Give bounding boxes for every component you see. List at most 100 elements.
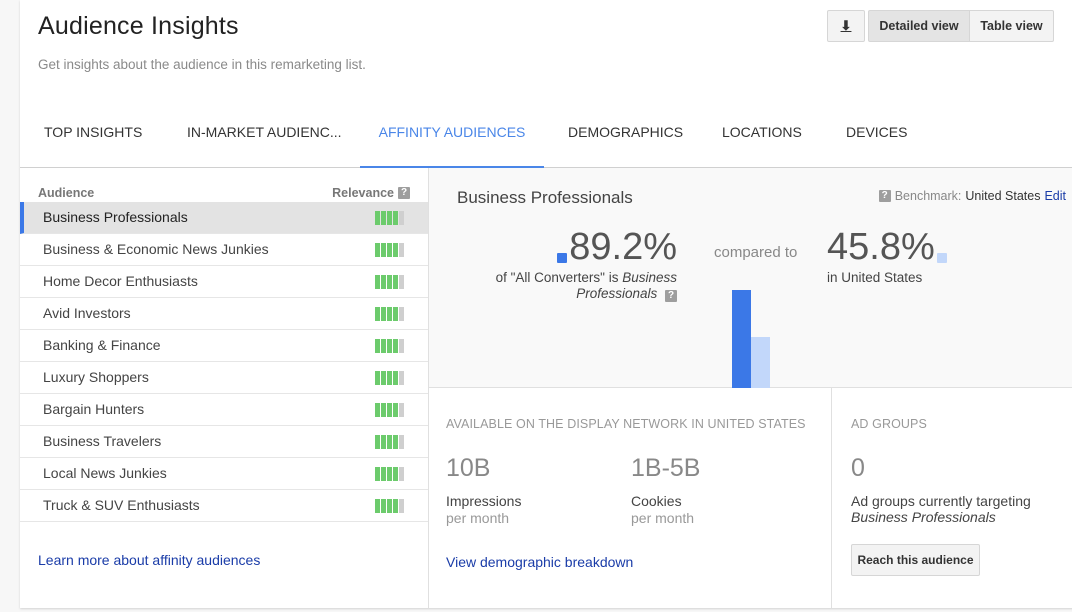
relevance-bar-segment xyxy=(387,307,392,321)
relevance-bar-segment xyxy=(393,499,398,513)
relevance-bar-segment xyxy=(387,211,392,225)
relevance-meter xyxy=(375,339,404,353)
audience-list-item[interactable]: Bargain Hunters xyxy=(20,394,428,426)
relevance-bar-segment xyxy=(393,371,398,385)
relevance-bar-segment xyxy=(375,243,380,257)
audience-name: Banking & Finance xyxy=(43,337,161,353)
relevance-meter xyxy=(375,467,404,481)
relevance-bar-segment xyxy=(381,435,386,449)
benchmark-percentage-value: 45.8% xyxy=(827,226,935,268)
audience-name: Avid Investors xyxy=(43,305,131,321)
help-icon[interactable]: ? xyxy=(665,290,677,302)
audience-list: Business Professionals Business & Economi… xyxy=(20,202,428,522)
relevance-meter xyxy=(375,243,404,257)
relevance-bar-segment xyxy=(381,371,386,385)
relevance-meter xyxy=(375,499,404,513)
page-title: Audience Insights xyxy=(38,12,239,40)
relevance-bar-segment xyxy=(381,403,386,417)
relevance-label: Relevance xyxy=(332,186,394,200)
tab-top-insights[interactable]: TOP INSIGHTS xyxy=(44,100,142,168)
audience-list-item[interactable]: Banking & Finance xyxy=(20,330,428,362)
relevance-bar-segment xyxy=(375,499,380,513)
benchmark-legend-swatch xyxy=(936,253,947,263)
audience-list-item[interactable]: Local News Junkies xyxy=(20,458,428,490)
view-demographic-breakdown-link[interactable]: View demographic breakdown xyxy=(446,554,633,570)
relevance-bar-segment xyxy=(381,339,386,353)
relevance-bar-segment xyxy=(393,339,398,353)
learn-more-link[interactable]: Learn more about affinity audiences xyxy=(38,552,260,568)
impressions-sub: per month xyxy=(446,510,510,526)
comparison-bar-chart xyxy=(732,276,772,388)
benchmark-percentage-desc: in United States xyxy=(827,270,923,285)
relevance-meter xyxy=(375,403,404,417)
impressions-value: 10B xyxy=(446,454,491,482)
benchmark-value: United States xyxy=(965,189,1041,203)
ad-groups-panel: AD GROUPS 0 Ad groups currently targetin… xyxy=(832,388,1072,608)
relevance-bar-segment xyxy=(381,275,386,289)
cookies-sub: per month xyxy=(631,510,695,526)
audience-list-item[interactable]: Business Travelers xyxy=(20,426,428,458)
audience-list-item[interactable]: Luxury Shoppers xyxy=(20,362,428,394)
ad-groups-desc-text: Ad groups currently targeting xyxy=(851,493,1031,509)
impressions-label: Impressions xyxy=(446,493,522,509)
relevance-bar-segment xyxy=(381,243,386,257)
relevance-bar-segment xyxy=(381,307,386,321)
availability-panel: AVAILABLE ON THE DISPLAY NETWORK IN UNIT… xyxy=(429,388,832,608)
relevance-bar-segment xyxy=(381,467,386,481)
audience-list-item[interactable]: Truck & SUV Enthusiasts xyxy=(20,490,428,522)
tab-devices[interactable]: DEVICES xyxy=(846,100,907,168)
audience-name: Local News Junkies xyxy=(43,465,167,481)
view-toolbar: ⬇ Detailed view Table view xyxy=(827,10,1054,42)
relevance-bar-segment xyxy=(393,307,398,321)
cookies-value: 1B-5B xyxy=(631,454,701,482)
reach-this-audience-button[interactable]: Reach this audience xyxy=(851,544,980,576)
relevance-bar-segment xyxy=(393,435,398,449)
relevance-bar-segment xyxy=(375,435,380,449)
relevance-bar-segment xyxy=(393,467,398,481)
relevance-bar-segment xyxy=(375,467,380,481)
download-button[interactable]: ⬇ xyxy=(827,10,865,42)
relevance-meter xyxy=(375,307,404,321)
relevance-meter xyxy=(375,211,404,225)
tab-locations[interactable]: LOCATIONS xyxy=(722,100,802,168)
relevance-bar-segment xyxy=(375,211,380,225)
relevance-bar-segment xyxy=(393,275,398,289)
audience-percentage-value: 89.2% xyxy=(569,226,677,268)
relevance-bar-segment xyxy=(399,403,404,417)
relevance-bar-segment xyxy=(387,467,392,481)
audience-list-panel: Audience Relevance ? Business Profession… xyxy=(20,168,429,608)
relevance-bar-segment xyxy=(393,211,398,225)
benchmark-info: ? Benchmark: United States Edit xyxy=(878,189,1066,203)
relevance-bar-segment xyxy=(399,435,404,449)
audience-list-item[interactable]: Business Professionals xyxy=(20,202,428,234)
benchmark-bar xyxy=(751,336,770,388)
help-icon[interactable]: ? xyxy=(878,190,891,202)
audience-percentage-desc: of "All Converters" is Business Professi… xyxy=(447,270,677,302)
tab-demographics[interactable]: DEMOGRAPHICS xyxy=(568,100,683,168)
audience-list-item[interactable]: Avid Investors xyxy=(20,298,428,330)
help-icon[interactable]: ? xyxy=(398,187,410,199)
audience-list-item[interactable]: Home Decor Enthusiasts xyxy=(20,266,428,298)
relevance-bar-segment xyxy=(399,211,404,225)
relevance-bar-segment xyxy=(375,275,380,289)
audience-list-item[interactable]: Business & Economic News Junkies xyxy=(20,234,428,266)
table-view-button[interactable]: Table view xyxy=(970,10,1054,42)
tab-bar: TOP INSIGHTS IN-MARKET AUDIENC... AFFINI… xyxy=(20,100,1072,169)
audience-name: Bargain Hunters xyxy=(43,401,145,417)
relevance-meter xyxy=(375,435,404,449)
ad-groups-desc-italic: Business Professionals xyxy=(851,509,996,525)
audience-percentage: 89.2% xyxy=(557,226,677,269)
relevance-bar-segment xyxy=(387,499,392,513)
audience-name: Business Travelers xyxy=(43,433,162,449)
relevance-bar-segment xyxy=(393,403,398,417)
relevance-column-header: Relevance ? xyxy=(332,186,410,200)
relevance-bar-segment xyxy=(375,403,380,417)
relevance-bar-segment xyxy=(387,243,392,257)
tab-affinity-audiences[interactable]: AFFINITY AUDIENCES xyxy=(360,100,544,169)
tab-in-market-audiences[interactable]: IN-MARKET AUDIENC... xyxy=(187,100,342,168)
benchmark-edit-link[interactable]: Edit xyxy=(1044,189,1066,203)
relevance-bar-segment xyxy=(393,243,398,257)
relevance-bar-segment xyxy=(381,211,386,225)
detailed-view-button[interactable]: Detailed view xyxy=(868,10,970,42)
audience-desc-text: of "All Converters" is xyxy=(495,270,623,285)
